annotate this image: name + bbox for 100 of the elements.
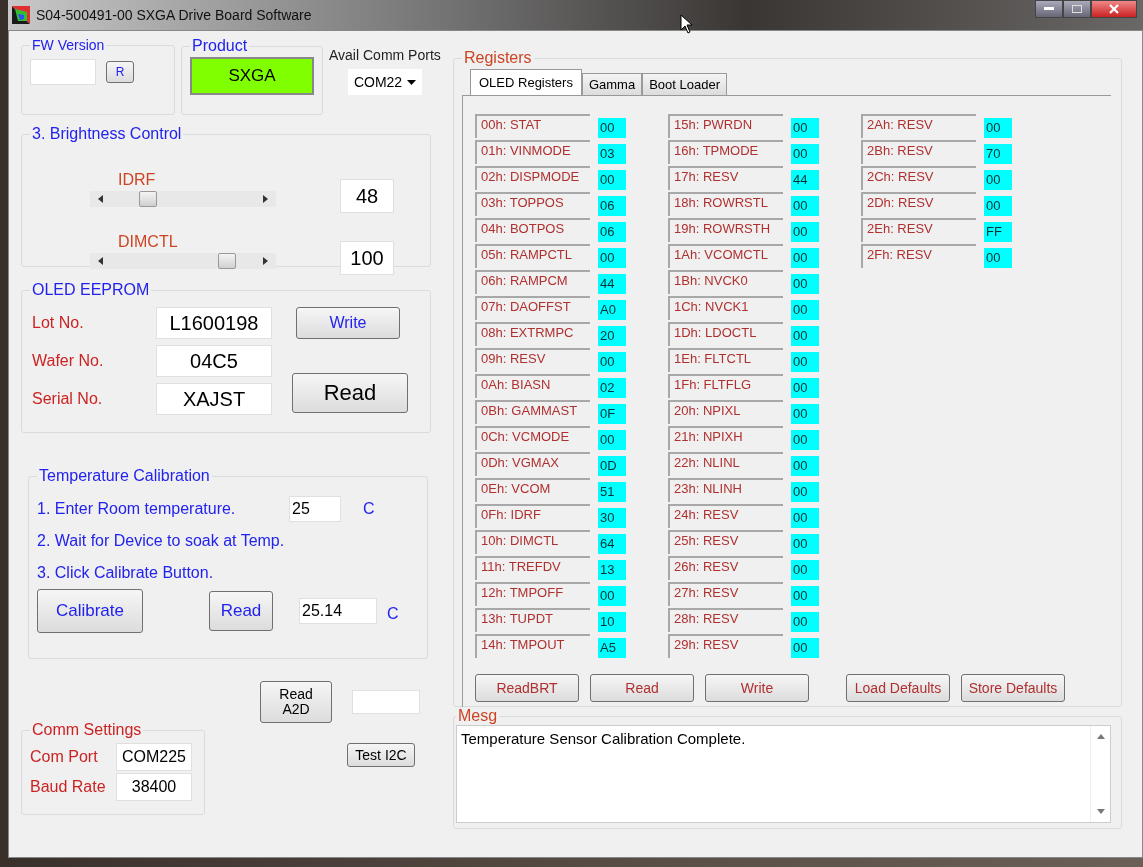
register-value[interactable]: 00 bbox=[791, 534, 819, 554]
register-value[interactable]: 00 bbox=[598, 170, 626, 190]
register-button[interactable]: Store Defaults bbox=[961, 674, 1065, 702]
register-value[interactable]: 00 bbox=[791, 482, 819, 502]
register-value[interactable]: 00 bbox=[984, 118, 1012, 138]
register-value[interactable]: 0D bbox=[598, 456, 626, 476]
register-value[interactable]: 00 bbox=[791, 274, 819, 294]
register-value[interactable]: 00 bbox=[791, 222, 819, 242]
register-value[interactable]: 64 bbox=[598, 534, 626, 554]
register-label: 28h: RESV bbox=[668, 608, 783, 632]
minimize-icon bbox=[1044, 7, 1054, 11]
register-value[interactable]: 10 bbox=[598, 612, 626, 632]
slider-label: DIMCTL bbox=[118, 233, 179, 251]
input-field[interactable]: L1600198 bbox=[156, 307, 272, 339]
temperature-field[interactable]: 25.14 bbox=[299, 598, 377, 624]
register-value[interactable]: 00 bbox=[791, 404, 819, 424]
slider-thumb[interactable] bbox=[217, 253, 236, 269]
input-field[interactable]: XAJST bbox=[156, 383, 272, 415]
register-value[interactable]: 00 bbox=[791, 612, 819, 632]
slider-track[interactable] bbox=[90, 253, 276, 269]
room-temp-field[interactable]: 25 bbox=[289, 496, 341, 522]
register-value[interactable]: 00 bbox=[791, 378, 819, 398]
register-value[interactable]: 51 bbox=[598, 482, 626, 502]
register-value[interactable]: 00 bbox=[791, 586, 819, 606]
register-value[interactable]: 00 bbox=[598, 248, 626, 268]
test-i2c-button[interactable]: Test I2C bbox=[347, 743, 415, 767]
register-value[interactable]: 02 bbox=[598, 378, 626, 398]
register-value[interactable]: 06 bbox=[598, 222, 626, 242]
group-title: FW Version bbox=[31, 37, 106, 53]
right-arrow-icon bbox=[263, 195, 268, 203]
slider-track[interactable] bbox=[90, 191, 276, 207]
value-field[interactable]: 100 bbox=[340, 241, 394, 275]
register-label: 10h: DIMCTL bbox=[475, 530, 590, 554]
register-value[interactable]: 44 bbox=[598, 274, 626, 294]
register-value[interactable]: 00 bbox=[791, 326, 819, 346]
register-value[interactable]: 00 bbox=[984, 170, 1012, 190]
app-icon bbox=[12, 6, 30, 24]
register-button[interactable]: Load Defaults bbox=[846, 674, 950, 702]
register-value[interactable]: A0 bbox=[598, 300, 626, 320]
refresh-button[interactable]: R bbox=[106, 61, 134, 83]
register-value[interactable]: 00 bbox=[791, 456, 819, 476]
register-value[interactable]: 00 bbox=[598, 586, 626, 606]
register-value[interactable]: 00 bbox=[791, 430, 819, 450]
tab[interactable]: Boot Loader bbox=[642, 73, 727, 95]
register-label: 03h: TOPPOS bbox=[475, 192, 590, 216]
register-label: 08h: EXTRMPC bbox=[475, 322, 590, 346]
register-value[interactable]: 00 bbox=[791, 352, 819, 372]
group-title: Mesg bbox=[457, 707, 499, 725]
read-a2d-button[interactable]: Read A2D bbox=[260, 681, 332, 723]
register-value[interactable]: FF bbox=[984, 222, 1012, 242]
register-label: 16h: TPMODE bbox=[668, 140, 783, 164]
register-value[interactable]: 00 bbox=[598, 430, 626, 450]
register-value[interactable]: 20 bbox=[598, 326, 626, 346]
read-button[interactable]: Read bbox=[209, 591, 273, 631]
register-value[interactable]: 00 bbox=[791, 196, 819, 216]
tab[interactable]: OLED Registers bbox=[470, 69, 582, 95]
field-label: Com Port bbox=[30, 748, 99, 766]
register-value[interactable]: 00 bbox=[598, 118, 626, 138]
register-button[interactable]: Write bbox=[705, 674, 809, 702]
field-label: Baud Rate bbox=[30, 778, 107, 796]
group-title: Comm Settings bbox=[31, 721, 143, 739]
input-field[interactable]: 04C5 bbox=[156, 345, 272, 377]
register-value[interactable]: 06 bbox=[598, 196, 626, 216]
register-value[interactable]: 00 bbox=[984, 196, 1012, 216]
register-value[interactable]: 00 bbox=[791, 560, 819, 580]
register-value[interactable]: 00 bbox=[984, 248, 1012, 268]
fw-version-field[interactable] bbox=[30, 59, 96, 85]
register-value[interactable]: 00 bbox=[598, 352, 626, 372]
register-button[interactable]: Read bbox=[590, 674, 694, 702]
slider-thumb[interactable] bbox=[138, 191, 157, 207]
register-value[interactable]: 00 bbox=[791, 638, 819, 658]
register-value[interactable]: 30 bbox=[598, 508, 626, 528]
register-value[interactable]: 00 bbox=[791, 300, 819, 320]
comm-port-dropdown[interactable]: COM22 bbox=[347, 69, 422, 95]
register-button[interactable]: ReadBRT bbox=[475, 674, 579, 702]
calibrate-button[interactable]: Calibrate bbox=[37, 589, 143, 633]
register-value[interactable]: 00 bbox=[791, 248, 819, 268]
value-field[interactable]: 48 bbox=[340, 179, 394, 213]
register-label: 0Eh: VCOM bbox=[475, 478, 590, 502]
register-value[interactable]: 44 bbox=[791, 170, 819, 190]
maximize-button[interactable] bbox=[1063, 0, 1091, 18]
register-label: 01h: VINMODE bbox=[475, 140, 590, 164]
register-value[interactable]: 00 bbox=[791, 118, 819, 138]
write-button[interactable]: Write bbox=[296, 307, 400, 339]
register-value[interactable]: 0F bbox=[598, 404, 626, 424]
input-field[interactable]: COM225 bbox=[116, 743, 192, 771]
register-value[interactable]: 03 bbox=[598, 144, 626, 164]
register-value[interactable]: 70 bbox=[984, 144, 1012, 164]
close-button[interactable] bbox=[1091, 0, 1137, 18]
register-value[interactable]: A5 bbox=[598, 638, 626, 658]
read-button[interactable]: Read bbox=[292, 373, 408, 413]
minimize-button[interactable] bbox=[1035, 0, 1063, 18]
register-value[interactable]: 00 bbox=[791, 508, 819, 528]
input-field[interactable]: 38400 bbox=[116, 773, 192, 801]
instruction-text: 1. Enter Room temperature. bbox=[37, 499, 237, 519]
register-value[interactable]: 00 bbox=[791, 144, 819, 164]
register-label: 24h: RESV bbox=[668, 504, 783, 528]
tab[interactable]: Gamma bbox=[581, 73, 643, 95]
register-value[interactable]: 13 bbox=[598, 560, 626, 580]
a2d-field[interactable] bbox=[352, 690, 420, 714]
